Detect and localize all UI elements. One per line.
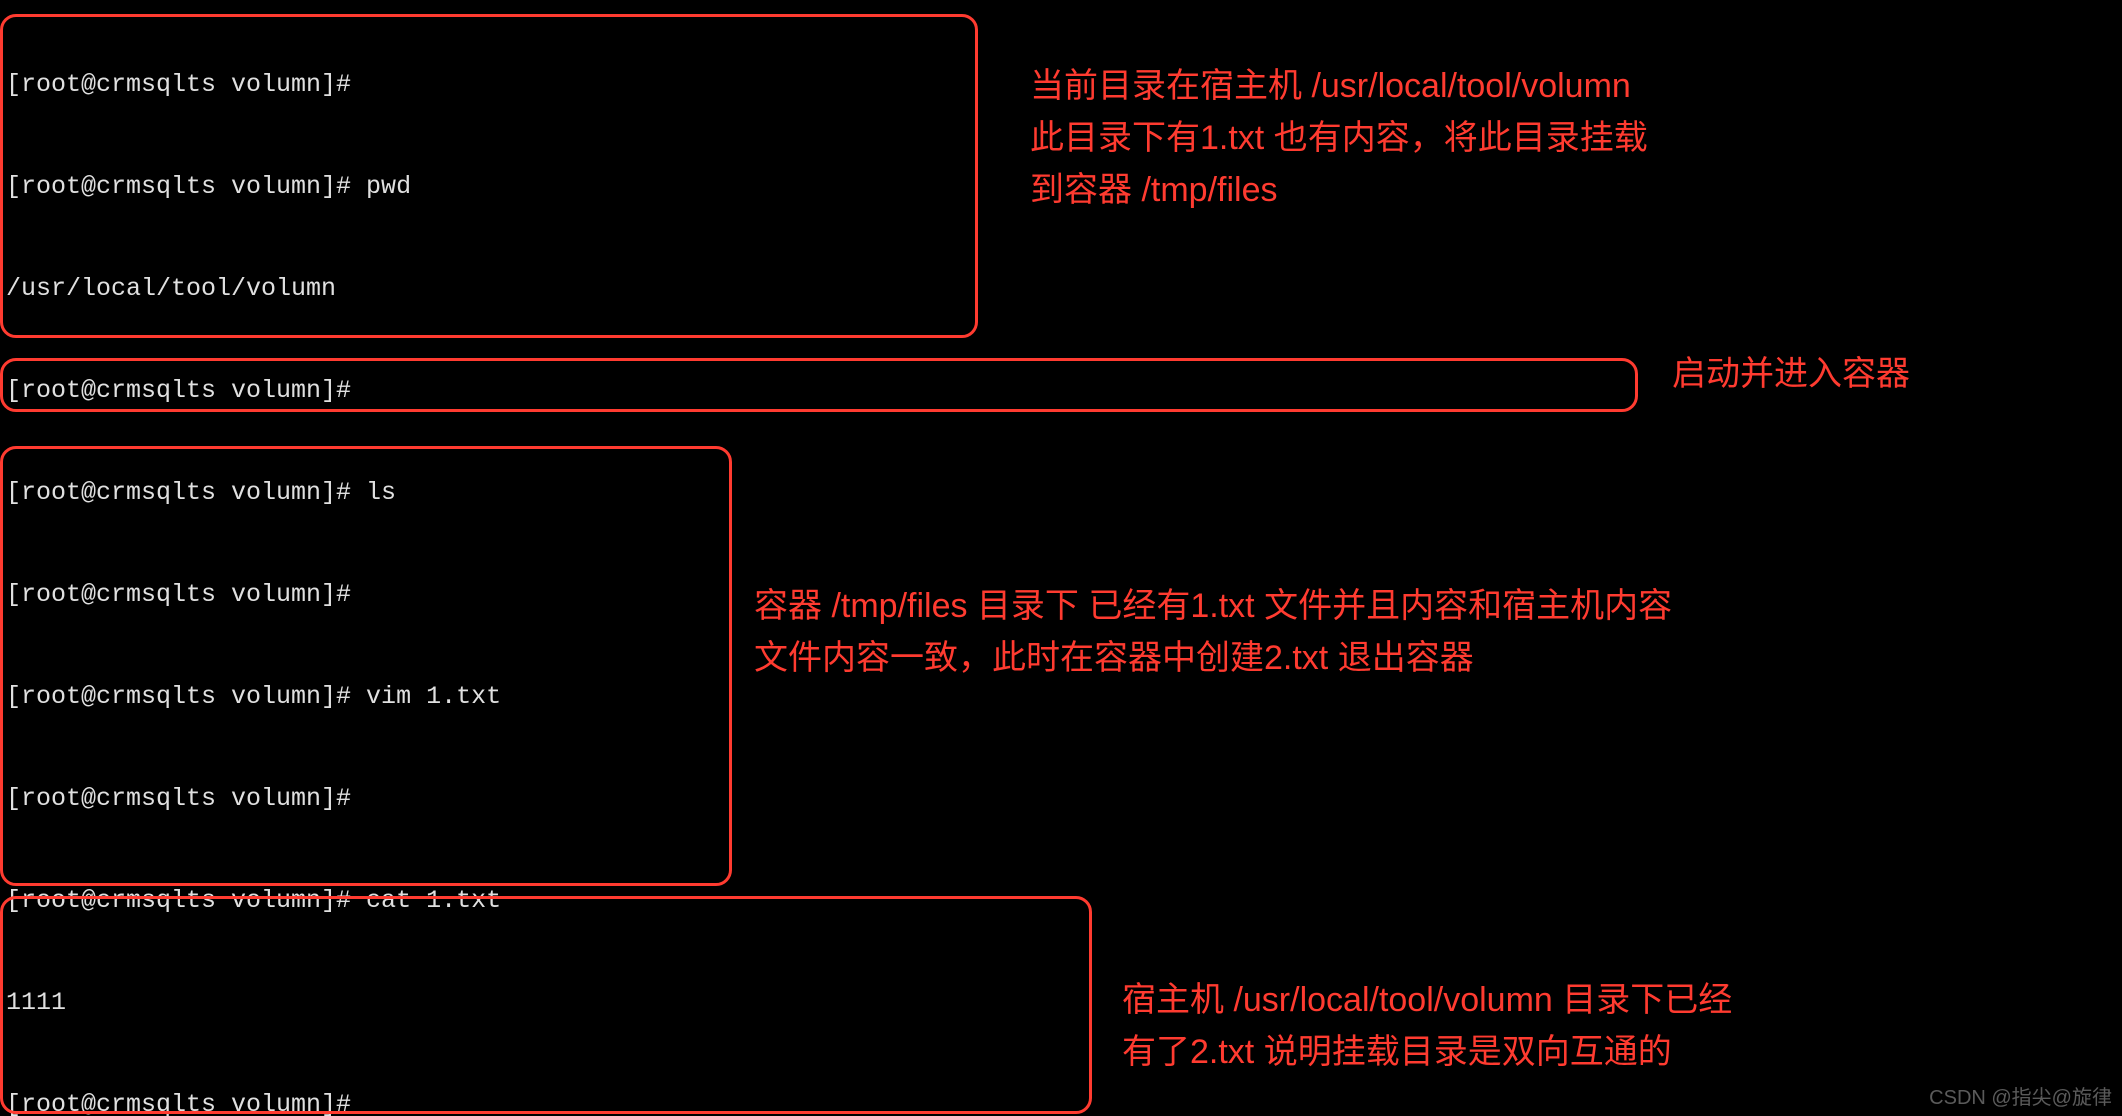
annotation-start-container: 启动并进入容器 <box>1672 348 1910 400</box>
terminal-line: /usr/local/tool/volumn <box>6 272 1701 306</box>
terminal-line: [root@crmsqlts volumn]# <box>6 1088 1701 1116</box>
watermark: CSDN @指尖@旋律 <box>1929 1081 2112 1110</box>
annotation-host-dir: 当前目录在宿主机 /usr/local/tool/volumn 此目录下有1.t… <box>1030 60 1648 216</box>
terminal-line: [root@crmsqlts volumn]# ls <box>6 476 1701 510</box>
terminal-line: [root@crmsqlts volumn]# vim 1.txt <box>6 680 1701 714</box>
annotation-container-files: 容器 /tmp/files 目录下 已经有1.txt 文件并且内容和宿主机内容 … <box>754 580 1672 684</box>
annotation-host-sync: 宿主机 /usr/local/tool/volumn 目录下已经 有了2.txt… <box>1122 974 1732 1078</box>
terminal-line: [root@crmsqlts volumn]# <box>6 374 1701 408</box>
terminal-line: [root@crmsqlts volumn]# cat 1.txt <box>6 884 1701 918</box>
terminal-line: [root@crmsqlts volumn]# <box>6 782 1701 816</box>
